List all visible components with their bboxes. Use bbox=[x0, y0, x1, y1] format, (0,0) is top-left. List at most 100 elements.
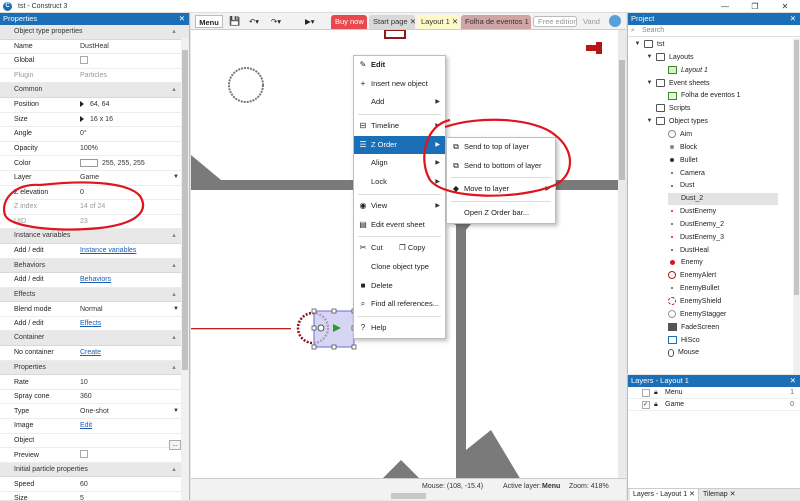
tree-item-scripts[interactable]: Scripts bbox=[656, 103, 690, 115]
tree-item-layouts[interactable]: Layouts bbox=[656, 52, 694, 64]
color-swatch[interactable] bbox=[80, 159, 98, 167]
menu-button[interactable]: Menu bbox=[195, 15, 223, 28]
layer-row-menu[interactable]: 🔒︎Menu1 bbox=[628, 387, 800, 399]
prop-angle[interactable]: Angle0° bbox=[0, 127, 189, 142]
tree-item-dust-2[interactable]: Dust_2 bbox=[668, 193, 778, 205]
visibility-checkbox[interactable] bbox=[642, 389, 650, 397]
twisty-icon[interactable]: ▼ bbox=[646, 80, 653, 87]
menu-item-insert-new-object[interactable]: +Insert new object bbox=[354, 75, 445, 94]
category-object-type-properties[interactable]: Object type properties▲ bbox=[0, 25, 189, 40]
menu-item-move-to-layer[interactable]: ◆Move to layer▶ bbox=[447, 180, 555, 199]
undo-icon[interactable]: ↶▾ bbox=[249, 15, 259, 28]
top-sprite[interactable] bbox=[385, 30, 405, 38]
tab-vand[interactable]: Vand bbox=[579, 15, 601, 29]
prop-speed[interactable]: Speed60 bbox=[0, 477, 189, 492]
close-icon[interactable]: ✕ bbox=[730, 491, 736, 498]
menu-item-send-to-top-of-layer[interactable]: ⧉Send to top of layer bbox=[447, 138, 555, 157]
tree-item-event-sheets[interactable]: Event sheets bbox=[656, 78, 709, 90]
menu-item-z-order[interactable]: ☰Z Order▶ bbox=[354, 136, 445, 155]
menu-item-cut[interactable]: ✂Cut❐ Copy bbox=[354, 239, 445, 258]
twisty-icon[interactable]: ▼ bbox=[646, 118, 653, 125]
prop-z-elevation[interactable]: Z elevation0 bbox=[0, 186, 189, 201]
tree-item-camera[interactable]: Camera bbox=[668, 168, 705, 180]
tab-free-edition[interactable]: Free edition bbox=[533, 16, 577, 27]
close-icon[interactable]: ✕ bbox=[179, 13, 185, 25]
category-effects[interactable]: Effects▲ bbox=[0, 288, 189, 303]
menu-item-view[interactable]: ◉View▶ bbox=[354, 197, 445, 216]
prop-uid[interactable]: UID23 bbox=[0, 215, 189, 230]
user-avatar[interactable] bbox=[609, 15, 621, 27]
checkbox[interactable] bbox=[80, 56, 88, 64]
tree-item-tst[interactable]: tst bbox=[644, 39, 664, 51]
prop-opacity[interactable]: Opacity100% bbox=[0, 142, 189, 157]
properties-scrollbar[interactable] bbox=[181, 38, 189, 500]
tree-item-layout-1[interactable]: Layout 1 bbox=[668, 65, 708, 77]
prop-color[interactable]: Color255, 255, 255 bbox=[0, 156, 189, 171]
project-scrollbar[interactable] bbox=[793, 38, 800, 374]
prop-size[interactable]: Size5 bbox=[0, 492, 189, 500]
visibility-checkbox[interactable]: ✓ bbox=[642, 401, 650, 409]
tab-tilemap[interactable]: Tilemap ✕ bbox=[700, 489, 738, 501]
menu-item-send-to-bottom-of-layer[interactable]: ⧉Send to bottom of layer bbox=[447, 157, 555, 176]
collapse-icon[interactable]: ▲ bbox=[171, 229, 177, 244]
prop-spray-cone[interactable]: Spray cone360 bbox=[0, 390, 189, 405]
tree-item-enemybullet[interactable]: EnemyBullet bbox=[668, 283, 719, 295]
tab-layout-1[interactable]: Layout 1 ✕ bbox=[417, 15, 459, 29]
category-common[interactable]: Common▲ bbox=[0, 83, 189, 98]
close-icon[interactable]: ✕ bbox=[452, 17, 458, 26]
prop-global[interactable]: Global bbox=[0, 54, 189, 69]
close-icon[interactable]: ✕ bbox=[790, 13, 796, 25]
collapse-icon[interactable]: ▲ bbox=[171, 83, 177, 98]
tree-item-dustenemy[interactable]: DustEnemy bbox=[668, 206, 716, 218]
prop-image[interactable]: ImageEdit bbox=[0, 419, 189, 434]
menu-item-help[interactable]: ?Help bbox=[354, 319, 445, 338]
checkbox[interactable] bbox=[80, 450, 88, 458]
menu-item-open-z-order-bar[interactable]: Open Z Order bar... bbox=[447, 204, 555, 223]
horizontal-scrollbar[interactable] bbox=[391, 493, 426, 499]
tree-item-hisco[interactable]: HiSco bbox=[668, 335, 700, 347]
close-icon[interactable]: ✕ bbox=[410, 17, 415, 26]
collapse-icon[interactable]: ▲ bbox=[171, 361, 177, 376]
prop-type[interactable]: TypeOne-shot▼ bbox=[0, 404, 189, 419]
layer-row-game[interactable]: ✓🔒︎Game0 bbox=[628, 399, 800, 411]
collapse-icon[interactable]: ▲ bbox=[171, 259, 177, 274]
close-icon[interactable]: ✕ bbox=[790, 375, 796, 387]
close-icon[interactable]: ✕ bbox=[770, 0, 800, 13]
collapse-icon[interactable]: ▲ bbox=[171, 331, 177, 346]
minimize-icon[interactable]: — bbox=[710, 0, 740, 13]
dustheal-object[interactable] bbox=[298, 309, 356, 349]
tab-layers-layout-1[interactable]: Layers - Layout 1 ✕ bbox=[630, 489, 699, 501]
menu-item-find-all-references[interactable]: ⌕Find all references... bbox=[354, 295, 445, 314]
prop-value[interactable]: Effects bbox=[80, 320, 101, 327]
tree-item-folha-de-eventos-1[interactable]: Folha de eventos 1 bbox=[668, 90, 741, 102]
prop-add-edit[interactable]: Add / editEffects bbox=[0, 317, 189, 332]
chevron-down-icon[interactable]: ▼ bbox=[173, 306, 179, 312]
restore-icon[interactable]: ❐ bbox=[740, 0, 770, 13]
prop-value[interactable]: Instance variables bbox=[80, 247, 136, 254]
menu-item-timeline[interactable]: ⊟Timeline▶ bbox=[354, 117, 445, 136]
tree-item-enemystagger[interactable]: EnemyStagger bbox=[668, 309, 726, 321]
prop-no-container[interactable]: No containerCreate bbox=[0, 346, 189, 361]
category-properties[interactable]: Properties▲ bbox=[0, 361, 189, 376]
menu-item-edit-event-sheet[interactable]: ▤Edit event sheet bbox=[354, 216, 445, 235]
category-initial-particle-properties[interactable]: Initial particle properties▲ bbox=[0, 463, 189, 478]
tree-item-block[interactable]: Block bbox=[668, 142, 697, 154]
tree-item-enemy[interactable]: Enemy bbox=[668, 257, 703, 269]
prop-size[interactable]: Size16 x 16 bbox=[0, 113, 189, 128]
prop-value[interactable]: Create bbox=[80, 349, 101, 356]
menu-item-copy[interactable]: ❐ Copy bbox=[399, 239, 425, 258]
menu-item-add[interactable]: Add▶ bbox=[354, 93, 445, 112]
close-icon[interactable]: ✕ bbox=[689, 491, 695, 498]
tree-item-mouse[interactable]: Mouse bbox=[668, 347, 699, 359]
prop-name[interactable]: NameDustHeal bbox=[0, 40, 189, 55]
tab-folha-de-eventos-1[interactable]: Folha de eventos 1 ✕ bbox=[461, 15, 531, 29]
tab-buy-now[interactable]: Buy now bbox=[331, 15, 367, 29]
collapse-icon[interactable]: ▲ bbox=[171, 25, 177, 40]
prop-value[interactable]: Edit bbox=[80, 422, 92, 429]
tab-start-page[interactable]: Start page ✕ bbox=[369, 15, 415, 29]
tree-item-object-types[interactable]: Object types bbox=[656, 116, 708, 128]
chevron-down-icon[interactable]: ▼ bbox=[173, 408, 179, 414]
play-icon[interactable]: ▶▾ bbox=[305, 15, 315, 28]
prop-plugin[interactable]: PluginParticles bbox=[0, 69, 189, 84]
menu-item-clone-object-type[interactable]: Clone object type bbox=[354, 258, 445, 277]
